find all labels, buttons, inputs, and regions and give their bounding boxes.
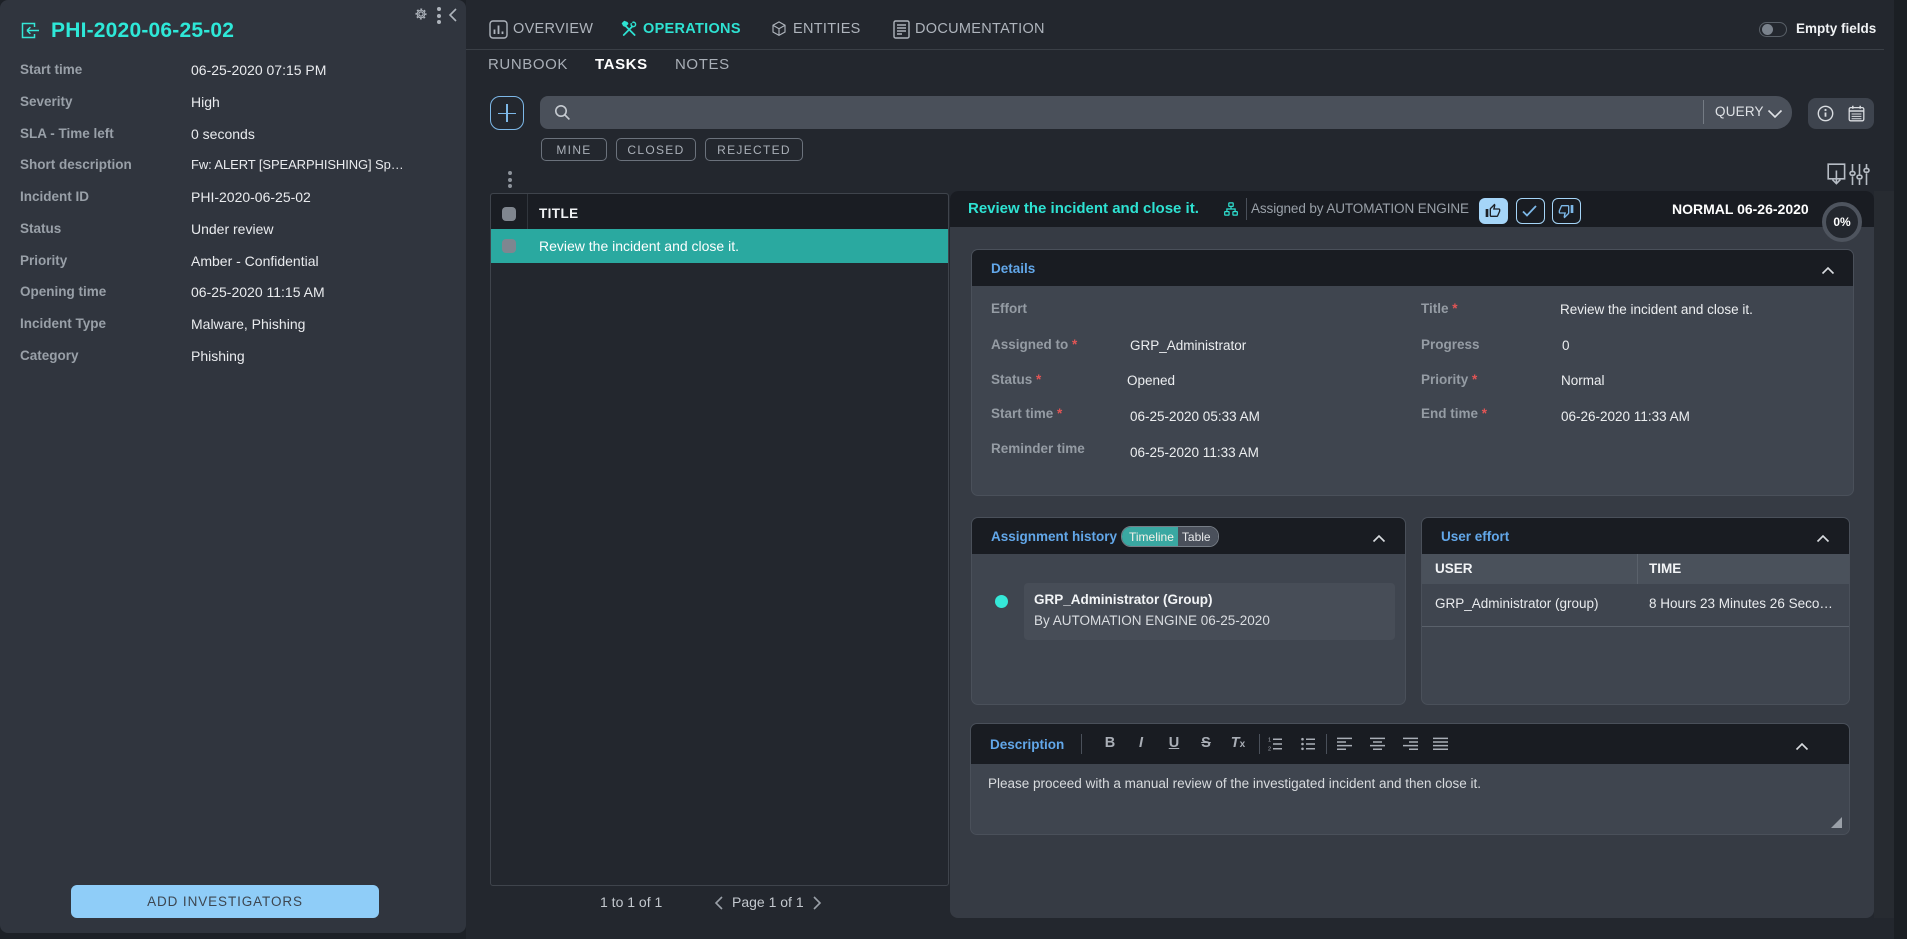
- svg-text:1: 1: [1268, 738, 1271, 744]
- svg-text:2: 2: [1268, 747, 1271, 752]
